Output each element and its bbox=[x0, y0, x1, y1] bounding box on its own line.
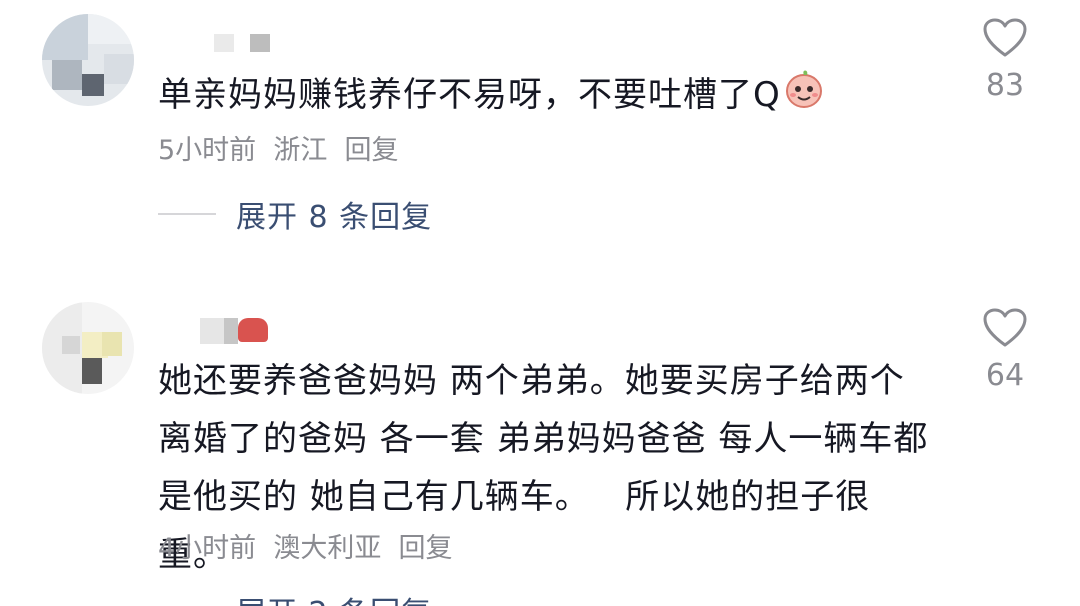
expand-replies-label: 展开 2 条回复 bbox=[236, 588, 432, 606]
comment-meta: 5小时前 浙江 回复 bbox=[158, 128, 399, 167]
peach-face-emoji-icon bbox=[783, 67, 825, 127]
expand-replies-label: 展开 8 条回复 bbox=[236, 200, 433, 235]
comment-time: 4小时前 bbox=[158, 533, 257, 564]
expand-replies-button[interactable]: 展开 8 条回复 bbox=[158, 194, 433, 235]
divider-line bbox=[158, 213, 216, 215]
expand-replies-button[interactable]: 展开 2 条回复 bbox=[158, 590, 432, 606]
rose-emoji-icon bbox=[238, 318, 268, 342]
comment-time: 5小时前 bbox=[158, 135, 257, 166]
avatar[interactable] bbox=[42, 302, 134, 394]
heart-outline-icon bbox=[983, 18, 1027, 57]
like-count: 64 bbox=[985, 358, 1025, 393]
heart-outline-icon bbox=[983, 308, 1027, 347]
reply-button[interactable]: 回复 bbox=[345, 135, 399, 166]
like-button[interactable]: 64 bbox=[970, 308, 1040, 393]
comment-location: 澳大利亚 bbox=[273, 533, 382, 564]
like-count: 83 bbox=[985, 68, 1025, 103]
reply-button[interactable]: 回复 bbox=[399, 533, 453, 564]
comment-meta: 4小时前 澳大利亚 回复 bbox=[158, 526, 453, 565]
comment-location: 浙江 bbox=[273, 135, 328, 166]
avatar[interactable] bbox=[42, 14, 134, 106]
like-button[interactable]: 83 bbox=[970, 18, 1040, 103]
comment-text: 单亲妈妈赚钱养仔不易呀，不要吐槽了Q bbox=[158, 66, 948, 127]
